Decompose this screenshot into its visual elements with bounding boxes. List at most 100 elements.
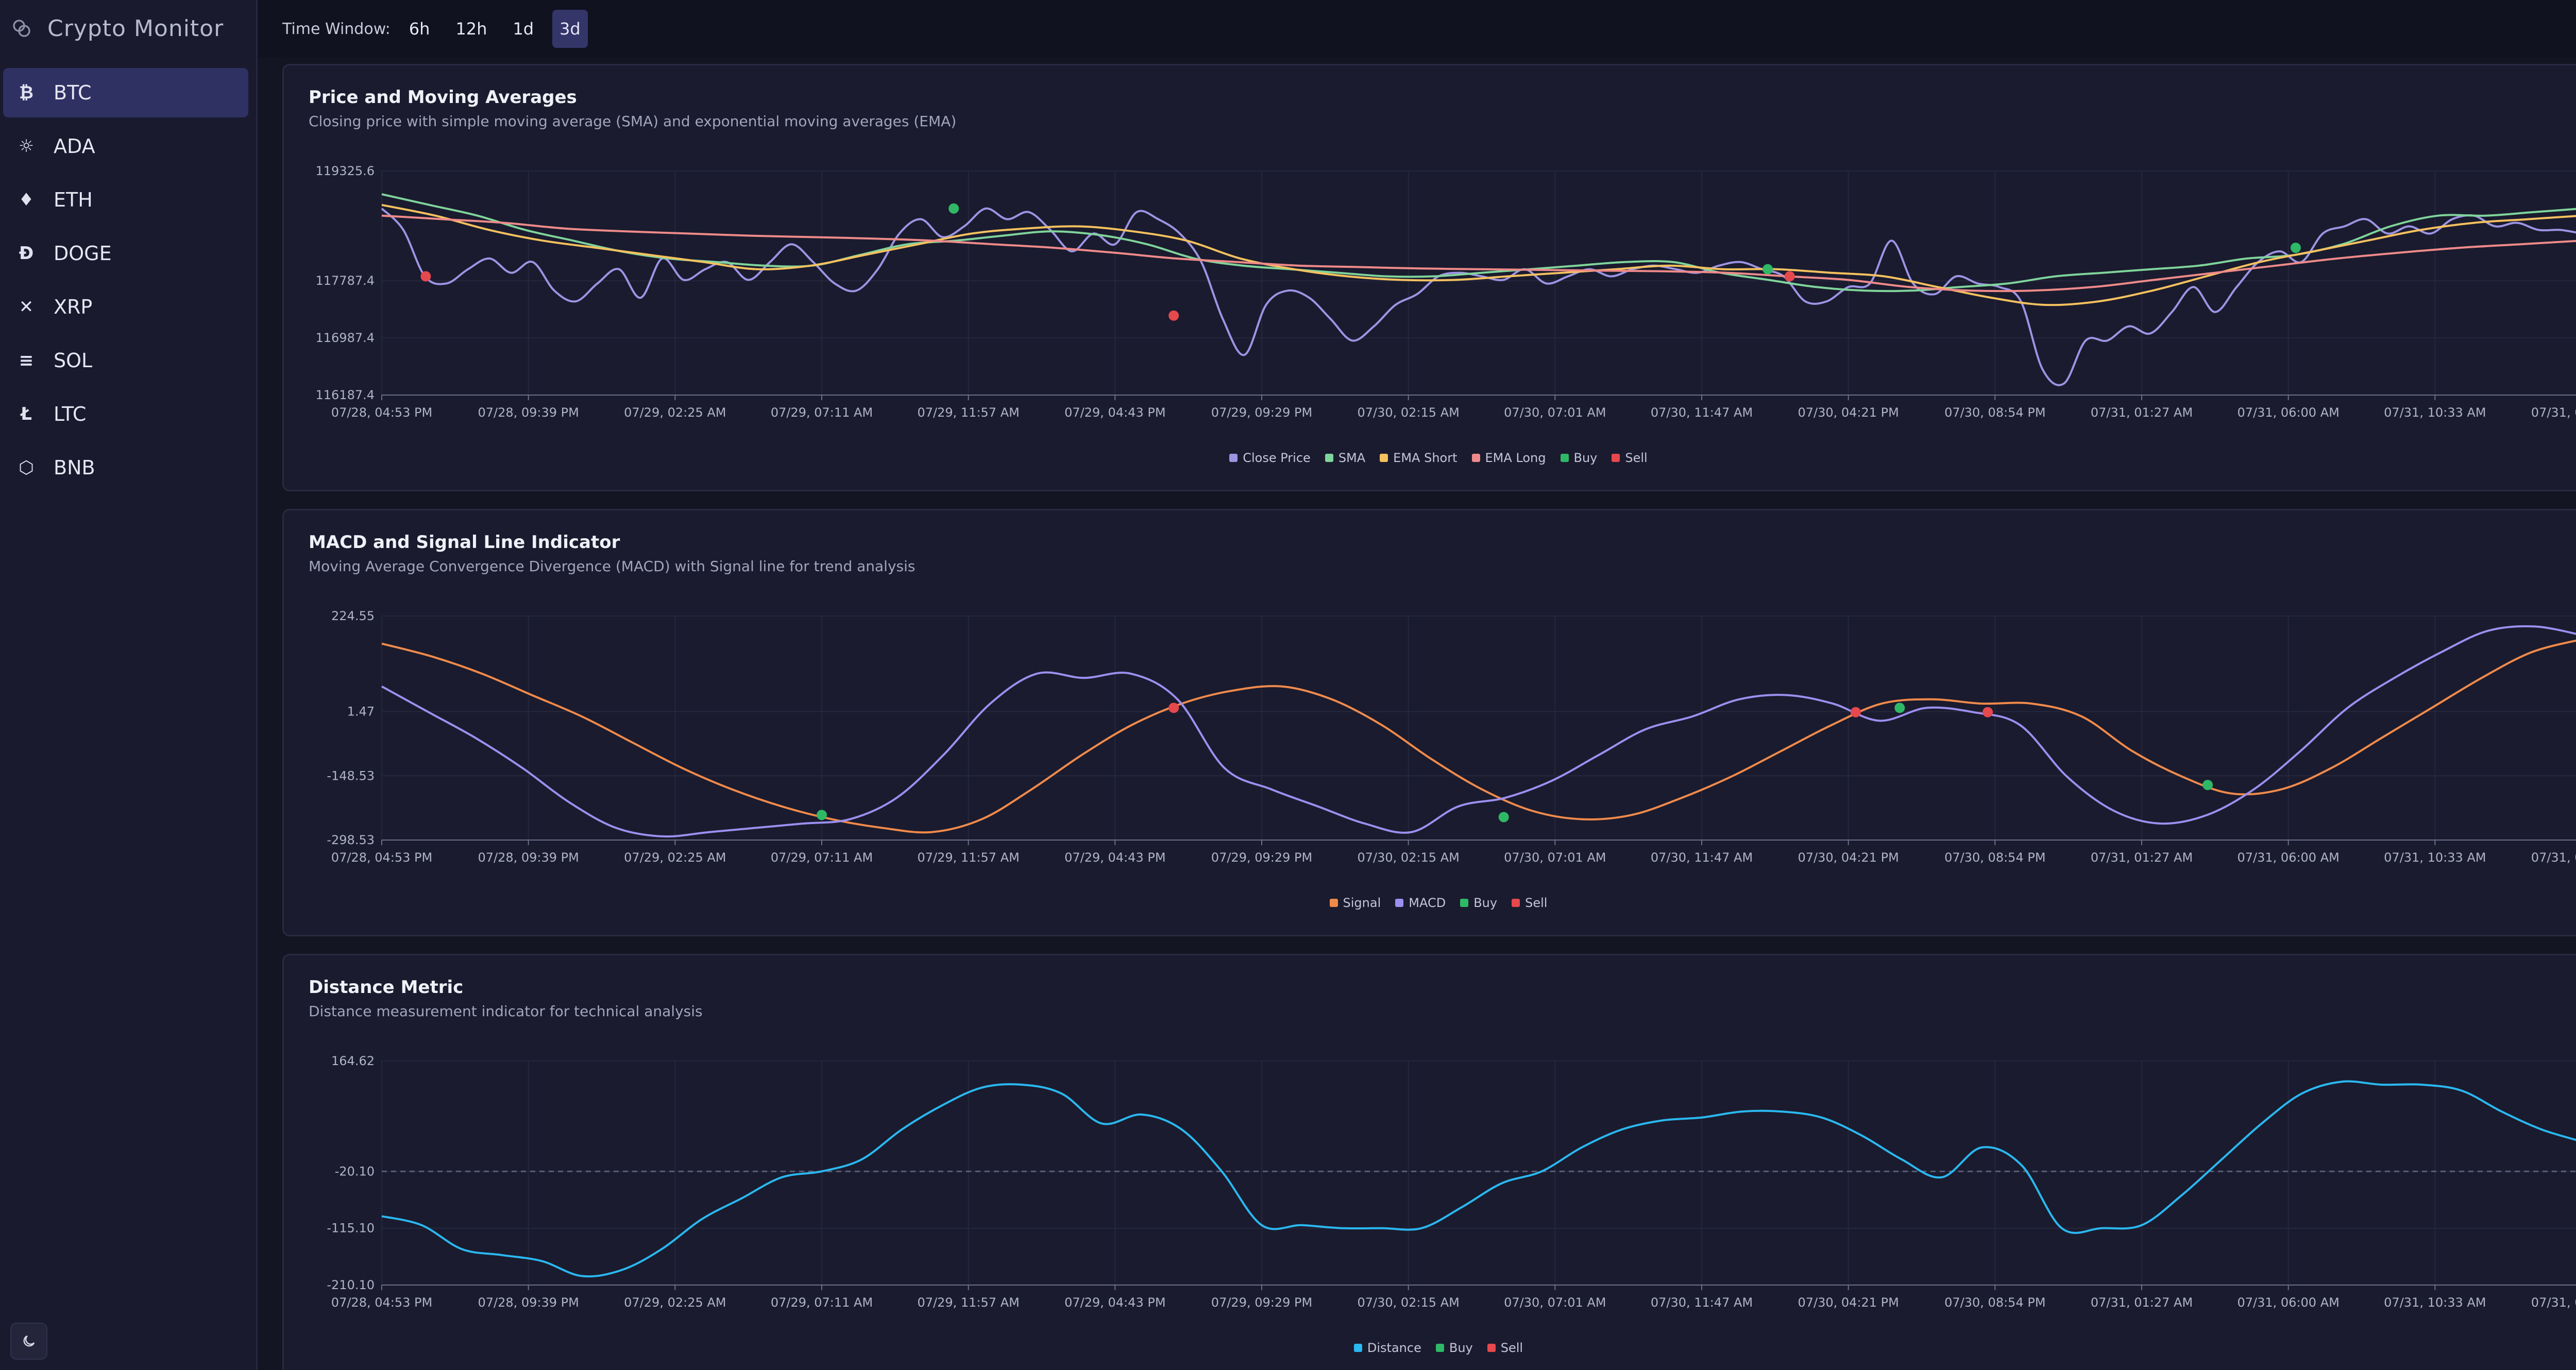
x-tick-label: 07/30, 02:15 AM: [1357, 405, 1459, 420]
x-tick-label: 07/28, 09:39 PM: [478, 850, 579, 865]
sidebar-item-ltc[interactable]: Ł LTC: [3, 389, 248, 439]
sidebar-item-label: BNB: [54, 456, 95, 479]
legend-item[interactable]: Buy: [1435, 1341, 1473, 1355]
x-tick-label: 07/31, 01:27 AM: [2091, 1295, 2193, 1310]
legend-item[interactable]: EMA Short: [1380, 451, 1458, 465]
legend-item[interactable]: Sell: [1512, 896, 1547, 910]
x-tick-label: 07/29, 09:29 PM: [1211, 405, 1312, 420]
ethereum-icon: ♦: [18, 190, 35, 210]
sell-marker: [420, 271, 431, 282]
legend-label: Distance: [1367, 1341, 1421, 1355]
y-tick-label: 116187.4: [315, 388, 375, 402]
sidebar-item-sol[interactable]: ≡ SOL: [3, 336, 248, 385]
dogecoin-icon: Ð: [19, 243, 34, 264]
legend-item[interactable]: Signal: [1329, 896, 1381, 910]
x-tick-label: 07/29, 11:57 AM: [917, 405, 1019, 420]
x-tick-label: 07/30, 08:54 PM: [1944, 1295, 2045, 1310]
legend-item[interactable]: Distance: [1353, 1341, 1421, 1355]
sidebar-item-ada[interactable]: ☼ ADA: [3, 122, 248, 171]
y-tick-label: 1.47: [347, 705, 375, 719]
bitcoin-icon: ₿: [19, 82, 33, 103]
x-tick-label: 07/31, 06:00 AM: [2237, 850, 2339, 865]
x-tick-label: 07/31, 10:33 AM: [2384, 1295, 2486, 1310]
legend-item[interactable]: Sell: [1487, 1341, 1523, 1355]
sell-marker: [1168, 703, 1179, 713]
y-tick-label: 116987.4: [315, 331, 375, 345]
legend-label: MACD: [1409, 896, 1446, 910]
x-tick-label: 07/31, 10:33 AM: [2384, 850, 2486, 865]
time-window-options: 6h 12h 1d 3d: [391, 10, 588, 48]
x-tick-label: 07/30, 11:47 AM: [1651, 850, 1753, 865]
legend-label: Close Price: [1243, 451, 1311, 465]
sidebar-item-bnb[interactable]: ⬡ BNB: [3, 443, 248, 492]
time-window-6h-button[interactable]: 6h: [402, 10, 437, 48]
y-tick-label: 119325.6: [315, 164, 375, 178]
time-window-1d-button[interactable]: 1d: [505, 10, 541, 48]
buy-marker: [1894, 703, 1905, 713]
sidebar-item-label: BTC: [54, 81, 92, 104]
time-window-3d-button[interactable]: 3d: [552, 10, 588, 48]
distance-chart: 164.62 -20.10 -115.10 -210.10 07/28, 04:53 P…: [327, 1054, 2576, 1310]
buy-marker: [1498, 812, 1509, 823]
x-tick-label: 07/29, 07:11 AM: [771, 1295, 873, 1310]
buy-marker: [2202, 780, 2213, 791]
sidebar-item-doge[interactable]: Ð DOGE: [3, 229, 248, 278]
price-chart-panel: Price and Moving Averages Closing price …: [282, 64, 2576, 491]
legend-item[interactable]: Sell: [1612, 451, 1648, 465]
legend-item[interactable]: Buy: [1460, 896, 1497, 910]
legend-item[interactable]: SMA: [1325, 451, 1365, 465]
legend-item[interactable]: MACD: [1395, 896, 1446, 910]
series-line-signal: [381, 639, 2576, 834]
legend-swatch: [1487, 1344, 1496, 1352]
legend-swatch: [1560, 454, 1569, 462]
xrp-icon: ✕: [19, 297, 34, 317]
legend-item[interactable]: Buy: [1560, 451, 1597, 465]
x-tick-label: 07/29, 11:57 AM: [917, 1295, 1019, 1310]
x-tick-label: 07/31, 03:48 PM: [2531, 850, 2576, 865]
x-tick-label: 07/30, 07:01 AM: [1504, 850, 1606, 865]
cardano-icon: ☼: [18, 136, 35, 157]
sell-marker: [1982, 707, 1993, 717]
legend-swatch: [1612, 454, 1620, 462]
x-tick-label: 07/30, 08:54 PM: [1944, 405, 2045, 420]
time-window-12h-button[interactable]: 12h: [448, 10, 494, 48]
x-tick-label: 07/28, 04:53 PM: [331, 405, 432, 420]
coin-nav: ₿ BTC ☼ ADA ♦ ETH Ð DOGE ✕ XRP ≡ SOL Ł LTC ⬡ BNB: [0, 68, 258, 496]
macd-chart: 224.55 1.47 -148.53 -298.53 07/28, 04:53 PM 0…: [327, 609, 2576, 865]
sidebar-item-label: LTC: [54, 403, 87, 425]
series-line-macd: [381, 625, 2576, 838]
x-tick-label: 07/31, 01:27 AM: [2091, 405, 2193, 420]
sidebar: Crypto Monitor ₿ BTC ☼ ADA ♦ ETH Ð DOGE ✕ XRP ≡ SOL…: [0, 0, 258, 1370]
legend-item[interactable]: Close Price: [1229, 451, 1311, 465]
legend-label: Sell: [1525, 896, 1548, 910]
theme-toggle-button[interactable]: [10, 1323, 47, 1360]
x-tick-label: 07/30, 04:21 PM: [1798, 1295, 1899, 1310]
sell-marker: [1784, 271, 1795, 282]
x-tick-label: 07/29, 07:11 AM: [771, 405, 873, 420]
legend-swatch: [1460, 899, 1469, 907]
legend-label: Buy: [1449, 1341, 1473, 1355]
distance-chart-panel: Distance Metric Distance measurement ind…: [282, 954, 2576, 1370]
legend-swatch: [1435, 1344, 1444, 1352]
solana-icon: ≡: [19, 350, 34, 371]
distance-legend: Distance Buy Sell: [284, 1341, 2576, 1355]
x-tick-label: 07/29, 07:11 AM: [771, 850, 873, 865]
x-tick-label: 07/30, 11:47 AM: [1651, 1295, 1753, 1310]
sidebar-item-xrp[interactable]: ✕ XRP: [3, 282, 248, 332]
legend-label: Signal: [1343, 896, 1381, 910]
legend-label: EMA Short: [1393, 451, 1458, 465]
x-tick-label: 07/31, 03:48 PM: [2531, 1295, 2576, 1310]
x-tick-label: 07/31, 03:48 PM: [2531, 405, 2576, 420]
sidebar-item-eth[interactable]: ♦ ETH: [3, 175, 248, 225]
logo-icon: [13, 20, 30, 37]
x-tick-label: 07/28, 09:39 PM: [478, 1295, 579, 1310]
legend-swatch: [1471, 454, 1480, 462]
x-tick-label: 07/28, 09:39 PM: [478, 405, 579, 420]
sidebar-item-btc[interactable]: ₿ BTC: [3, 68, 248, 117]
x-tick-label: 07/30, 02:15 AM: [1357, 1295, 1459, 1310]
legend-swatch: [1512, 899, 1520, 907]
legend-item[interactable]: EMA Long: [1471, 451, 1546, 465]
sidebar-item-label: ADA: [54, 135, 95, 158]
litecoin-icon: Ł: [21, 404, 32, 424]
x-tick-label: 07/31, 06:00 AM: [2237, 405, 2339, 420]
